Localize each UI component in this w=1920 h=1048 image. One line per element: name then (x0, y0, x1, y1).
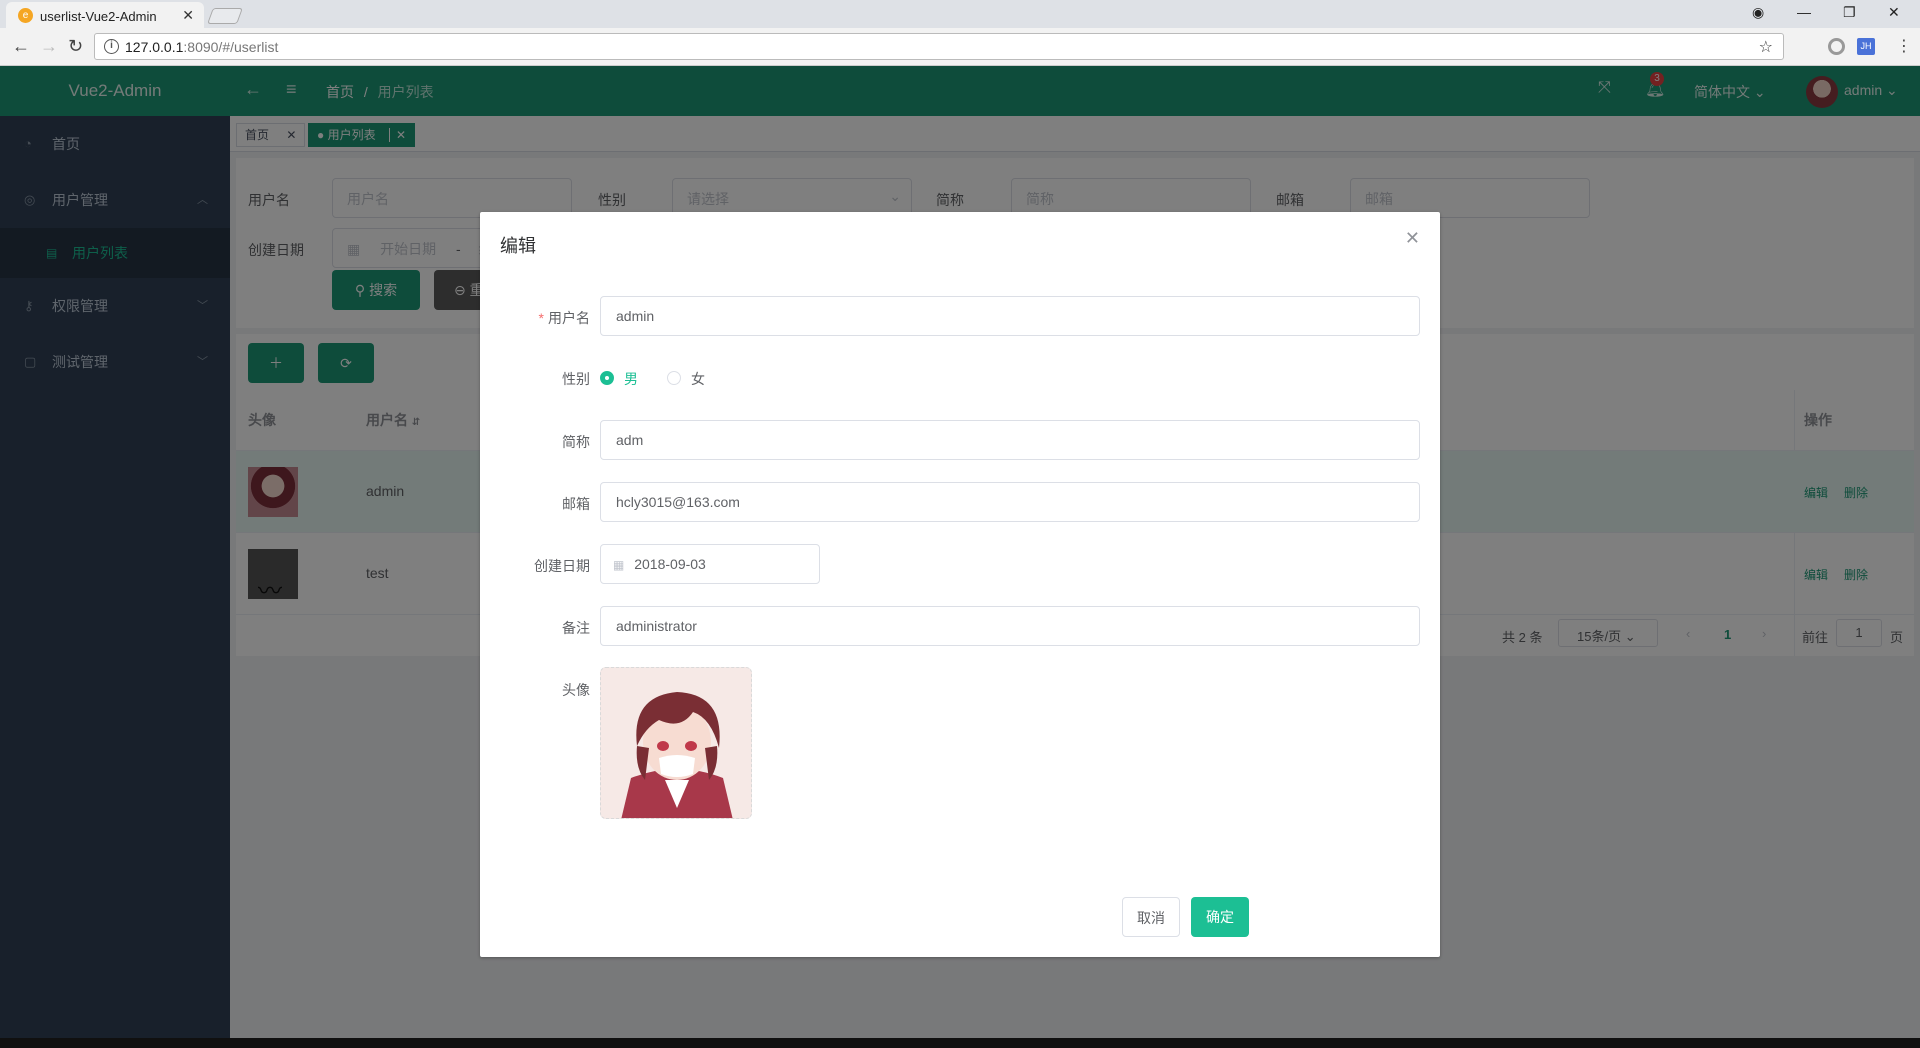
reload-icon[interactable]: ↻ (68, 36, 83, 57)
remark-field[interactable]: administrator (600, 606, 1420, 646)
confirm-button[interactable]: 确定 (1191, 897, 1249, 937)
address-bar-row: ← → ↻ i 127.0.0.1:8090/#/userlist ☆ JH ⋮ (0, 28, 1920, 66)
os-taskbar (0, 1038, 1920, 1048)
gender-male-radio[interactable] (600, 371, 614, 385)
browser-tabstrip: e userlist-Vue2-Admin ✕ ◉ — ❐ ✕ (0, 0, 1920, 28)
bookmark-star-icon[interactable]: ☆ (1759, 37, 1773, 57)
close-icon[interactable]: ✕ (1405, 228, 1420, 249)
close-tab-icon[interactable]: ✕ (182, 7, 194, 24)
calendar-icon: ▦ (613, 558, 625, 572)
gender-male-label[interactable]: 男 (624, 369, 638, 389)
email-field[interactable]: hcly3015@163.com (600, 482, 1420, 522)
forward-icon[interactable]: → (40, 36, 58, 57)
info-icon[interactable]: i (104, 39, 119, 54)
restore-icon[interactable]: ❐ (1843, 4, 1856, 21)
username-label: * 用户名 (480, 308, 590, 328)
url-field[interactable]: i 127.0.0.1:8090/#/userlist ☆ (94, 33, 1784, 60)
extension-jh-icon[interactable]: JH (1857, 38, 1875, 55)
menu-dots-icon[interactable]: ⋮ (1896, 36, 1912, 56)
url-host: 127.0.0.1 (125, 39, 184, 55)
avatar-image (601, 668, 751, 818)
dialog-title: 编辑 (500, 236, 536, 256)
date-picker[interactable]: ▦ 2018-09-03 (600, 544, 820, 584)
gender-female-label[interactable]: 女 (691, 369, 705, 389)
favicon-icon: e (18, 8, 33, 23)
url-path: :8090/#/userlist (183, 39, 279, 55)
back-icon[interactable]: ← (12, 36, 30, 57)
close-window-icon[interactable]: ✕ (1888, 4, 1900, 21)
minimize-icon[interactable]: — (1797, 4, 1811, 20)
required-asterisk-icon: * (538, 310, 544, 326)
extension-icon[interactable] (1828, 38, 1845, 55)
account-icon[interactable]: ◉ (1752, 4, 1764, 21)
email-label: 邮箱 (562, 496, 590, 512)
avatar-label: 头像 (562, 682, 590, 698)
gender-label: 性别 (562, 371, 590, 387)
browser-tab-title: userlist-Vue2-Admin (40, 9, 157, 24)
new-tab-button[interactable] (207, 8, 243, 24)
remark-label: 备注 (562, 620, 590, 636)
date-value: 2018-09-03 (634, 556, 706, 572)
username-label-text: 用户名 (548, 310, 590, 326)
gender-female-radio[interactable] (667, 371, 681, 385)
avatar-uploader[interactable] (600, 667, 752, 819)
browser-tab[interactable]: e userlist-Vue2-Admin ✕ (6, 2, 204, 28)
nickname-label: 简称 (562, 434, 590, 450)
username-field[interactable]: admin (600, 296, 1420, 336)
edit-dialog: 编辑 ✕ * 用户名 admin 性别 男 女 简称 adm 邮箱 hcly301… (480, 212, 1440, 957)
cancel-button[interactable]: 取消 (1122, 897, 1180, 937)
nickname-field[interactable]: adm (600, 420, 1420, 460)
date-label: 创建日期 (534, 558, 590, 574)
